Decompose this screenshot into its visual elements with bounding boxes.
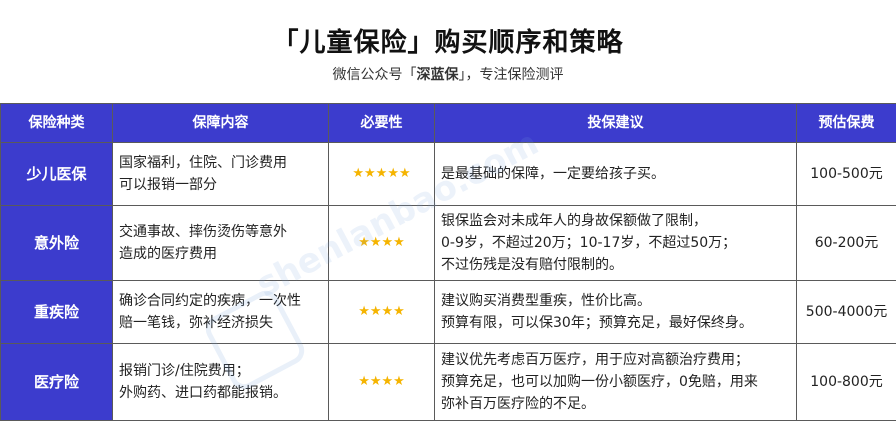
page-subtitle: 微信公众号「深蓝保」，专注保险测评 [0,64,896,84]
page-title: 「儿童保险」购买顺序和策略 [0,22,896,59]
coverage-line: 确诊合同约定的疾病，一次性 [119,290,322,312]
table-header-row: 保险种类 保障内容 必要性 投保建议 预估保费 [1,104,896,143]
row-price: 500-4000元 [797,281,896,344]
coverage-line: 交通事故、摔伤烫伤等意外 [119,221,322,243]
table-row: 意外险 交通事故、摔伤烫伤等意外 造成的医疗费用 ★★★★ 银保监会对未成年人的… [1,206,896,281]
row-advice: 建议购买消费型重疾，性价比高。 预算有限，可以保30年；预算充足，最好保终身。 [435,281,797,344]
star-rating: ★★★★ [329,281,435,344]
advice-line: 银保监会对未成年人的身故保额做了限制， [441,210,790,232]
header-necessity: 必要性 [329,104,435,143]
row-coverage: 确诊合同约定的疾病，一次性 赔一笔钱，弥补经济损失 [113,281,329,344]
advice-line: 不过伤残是没有赔付限制的。 [441,254,790,276]
row-type: 少儿医保 [1,143,113,206]
coverage-line: 可以报销一部分 [119,174,322,196]
coverage-line: 报销门诊/住院费用； [119,360,322,382]
coverage-line: 造成的医疗费用 [119,243,322,265]
row-price: 100-500元 [797,143,896,206]
row-advice: 是最基础的保障，一定要给孩子买。 [435,143,797,206]
row-type: 意外险 [1,206,113,281]
row-type: 重疾险 [1,281,113,344]
advice-line: 建议购买消费型重疾，性价比高。 [441,290,790,312]
header-price: 预估保费 [797,104,896,143]
star-rating: ★★★★★ [329,143,435,206]
advice-line: 预算充足，也可以加购一份小额医疗，0免赔，用来 [441,371,790,393]
row-coverage: 交通事故、摔伤烫伤等意外 造成的医疗费用 [113,206,329,281]
subtitle-prefix: 微信公众号「 [333,67,417,83]
coverage-line: 国家福利，住院、门诊费用 [119,152,322,174]
header-type: 保险种类 [1,104,113,143]
advice-line: 是最基础的保障，一定要给孩子买。 [441,163,790,185]
row-price: 60-200元 [797,206,896,281]
insurance-table: 保险种类 保障内容 必要性 投保建议 预估保费 少儿医保 国家福利，住院、门诊费… [0,103,896,421]
table-row: 少儿医保 国家福利，住院、门诊费用 可以报销一部分 ★★★★★ 是最基础的保障，… [1,143,896,206]
subtitle-brand: 深蓝保 [417,67,459,83]
advice-line: 建议优先考虑百万医疗，用于应对高额治疗费用； [441,349,790,371]
subtitle-suffix: 」，专注保险测评 [459,67,564,83]
coverage-line: 外购药、进口药都能报销。 [119,382,322,404]
star-rating: ★★★★ [329,206,435,281]
header-advice: 投保建议 [435,104,797,143]
row-advice: 银保监会对未成年人的身故保额做了限制， 0-9岁，不超过20万；10-17岁，不… [435,206,797,281]
advice-line: 0-9岁，不超过20万；10-17岁，不超过50万； [441,232,790,254]
advice-line: 预算有限，可以保30年；预算充足，最好保终身。 [441,312,790,334]
coverage-line: 赔一笔钱，弥补经济损失 [119,312,322,334]
header-coverage: 保障内容 [113,104,329,143]
table-row: 重疾险 确诊合同约定的疾病，一次性 赔一笔钱，弥补经济损失 ★★★★ 建议购买消… [1,281,896,344]
advice-line: 弥补百万医疗险的不足。 [441,393,790,415]
row-coverage: 国家福利，住院、门诊费用 可以报销一部分 [113,143,329,206]
